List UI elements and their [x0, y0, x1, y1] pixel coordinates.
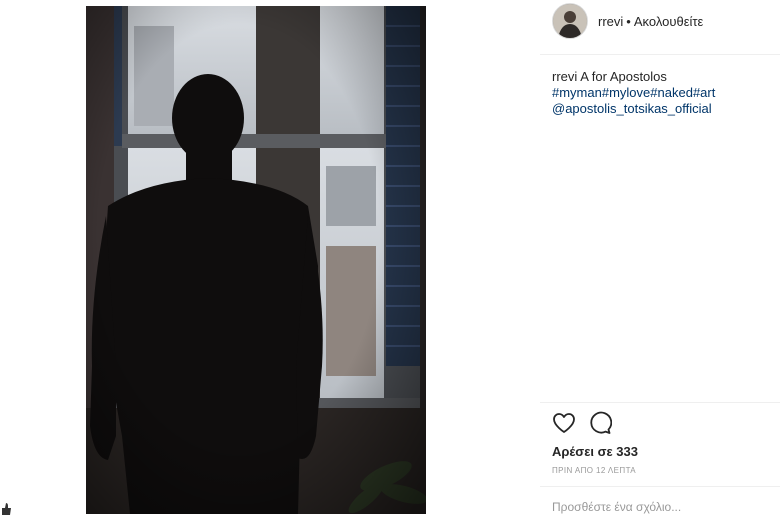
follow-status[interactable]: Ακολουθείτε — [634, 14, 703, 29]
caption-text: A for Apostolos — [580, 69, 667, 84]
header-separator: • — [626, 14, 631, 29]
hashtag-link[interactable]: #myman — [552, 85, 602, 100]
avatar[interactable] — [552, 3, 588, 39]
mention-link[interactable]: @apostolis_totsikas_official — [552, 101, 712, 116]
post-photo[interactable] — [86, 6, 426, 514]
likes-count[interactable]: Αρέσει σε 333 — [552, 444, 638, 459]
hashtag-link[interactable]: #art — [693, 85, 715, 100]
photo-scene — [86, 6, 426, 514]
caption-username[interactable]: rrevi — [552, 69, 577, 84]
hashtag-link[interactable]: #mylove — [602, 85, 650, 100]
post-sidebar: rrevi • Ακολουθείτε rrevi A for Apostolos … — [540, 0, 780, 519]
post-timestamp: ΠΡΙΝ ΑΠΟ 12 ΛΕΠΤΑ — [552, 466, 637, 475]
hashtag-link[interactable]: #naked — [650, 85, 693, 100]
caption-hashtags: #myman#mylove#naked#art — [552, 85, 776, 101]
caption-line: rrevi A for Apostolos — [552, 69, 776, 85]
comment-input[interactable] — [552, 500, 772, 514]
header-text: rrevi • Ακολουθείτε — [598, 14, 703, 29]
header-username[interactable]: rrevi — [598, 14, 623, 29]
post-header: rrevi • Ακολουθείτε — [540, 0, 780, 55]
heart-icon — [553, 413, 575, 433]
like-button[interactable] — [552, 411, 578, 437]
actions-divider — [540, 402, 780, 403]
thumbs-icon — [0, 500, 12, 516]
comment-button[interactable] — [588, 411, 614, 437]
comment-bubble-icon — [590, 411, 613, 434]
comment-divider — [540, 486, 780, 487]
post-caption: rrevi A for Apostolos #myman#mylove#nake… — [552, 69, 776, 117]
